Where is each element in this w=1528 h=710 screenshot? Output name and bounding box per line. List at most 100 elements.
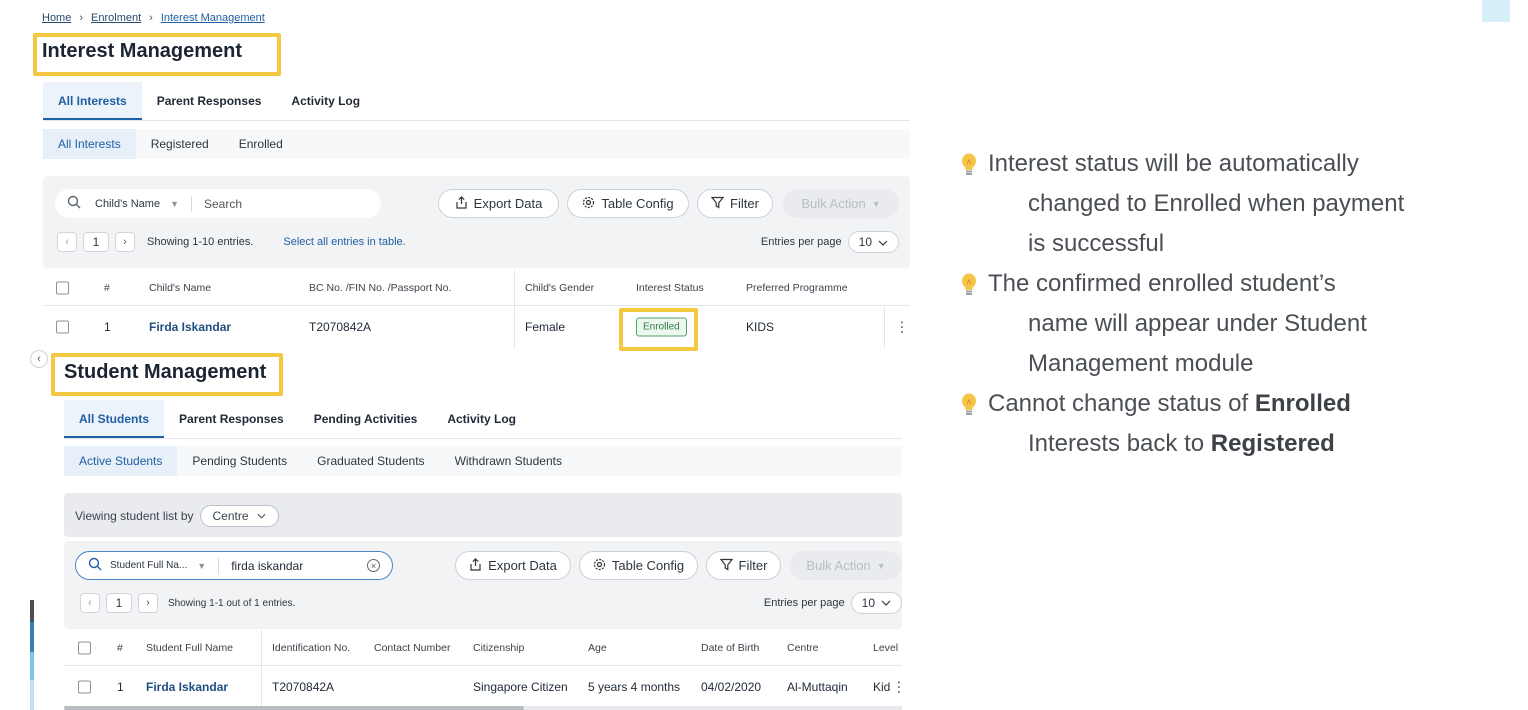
chevron-down-icon: ▼ xyxy=(170,198,179,209)
note-text: name will appear under Student xyxy=(1028,310,1367,337)
id-number: T2070842A xyxy=(309,320,372,334)
column-header: Child's Gender xyxy=(525,281,595,294)
select-all-checkbox[interactable] xyxy=(78,641,91,654)
entries-per-page-select[interactable]: 10 xyxy=(847,231,899,253)
search-input[interactable]: Search xyxy=(204,197,242,211)
tab-all-students[interactable]: All Students xyxy=(64,400,165,438)
page-number[interactable]: 1 xyxy=(106,593,132,613)
table-config-label: Table Config xyxy=(611,558,685,573)
subtab-withdrawn-students[interactable]: Withdrawn Students xyxy=(440,446,577,476)
filter-button[interactable]: Filter xyxy=(697,189,773,218)
note-bold: Enrolled xyxy=(1254,390,1351,417)
entries-per-page-value: 10 xyxy=(861,596,875,610)
page-title: Student Management xyxy=(64,361,267,383)
row-checkbox[interactable] xyxy=(78,680,91,694)
side-strip xyxy=(30,600,34,622)
date-of-birth: 04/02/2020 xyxy=(701,680,762,694)
collapse-toggle-icon[interactable]: ‹ xyxy=(30,350,48,368)
select-all-link[interactable]: Select all entries in table. xyxy=(283,236,405,248)
page-number[interactable]: 1 xyxy=(83,232,109,252)
interest-subtabs: All Interests Registered Enrolled xyxy=(43,129,910,159)
search-field-select[interactable]: Student Full Na... xyxy=(110,560,187,571)
chevron-down-icon xyxy=(878,235,888,249)
column-header: Level xyxy=(873,641,899,654)
tab-parent-responses[interactable]: Parent Responses xyxy=(164,400,299,438)
column-header: Interest Status xyxy=(636,281,704,294)
horizontal-scrollbar[interactable] xyxy=(64,706,902,710)
column-header: Age xyxy=(588,641,607,654)
subtab-enrolled[interactable]: Enrolled xyxy=(224,129,298,159)
subtab-registered[interactable]: Registered xyxy=(136,129,224,159)
tab-pending-activities[interactable]: Pending Activities xyxy=(299,400,433,438)
viewing-by-label: Viewing student list by xyxy=(75,509,194,523)
breadcrumb-current[interactable]: Interest Management xyxy=(161,12,265,24)
prev-page-button[interactable]: ‹ xyxy=(57,232,77,252)
subtab-all-interests[interactable]: All Interests xyxy=(43,129,136,159)
filter-label: Filter xyxy=(730,196,759,211)
bulk-action-button[interactable]: Bulk Action ▼ xyxy=(790,551,902,580)
side-strip xyxy=(30,652,34,680)
note-item: Interest status will be automatically ch… xyxy=(960,144,1520,264)
entries-per-page-value: 10 xyxy=(858,235,872,249)
export-data-button[interactable]: Export Data xyxy=(438,189,559,218)
subtab-active-students[interactable]: Active Students xyxy=(64,446,178,476)
lightbulb-icon xyxy=(962,273,976,295)
export-data-button[interactable]: Export Data xyxy=(455,551,571,580)
interest-table-header: # Child's Name BC No. /FIN No. /Passport… xyxy=(43,270,910,306)
tab-parent-responses[interactable]: Parent Responses xyxy=(142,82,277,120)
tab-all-interests[interactable]: All Interests xyxy=(43,82,142,120)
next-page-button[interactable]: › xyxy=(138,593,158,613)
next-page-button[interactable]: › xyxy=(115,232,135,252)
subtab-graduated-students[interactable]: Graduated Students xyxy=(302,446,439,476)
student-subtabs: Active Students Pending Students Graduat… xyxy=(64,446,902,476)
table-config-button[interactable]: Table Config xyxy=(579,551,698,580)
breadcrumb-enrolment[interactable]: Enrolment xyxy=(91,12,141,24)
bulk-action-button[interactable]: Bulk Action ▼ xyxy=(783,189,899,218)
bulk-action-label: Bulk Action xyxy=(801,196,866,211)
filter-label: Filter xyxy=(738,558,768,573)
interest-pagination: ‹ 1 › Showing 1-10 entries. Select all e… xyxy=(57,232,406,252)
viewing-by-select[interactable]: Centre xyxy=(199,505,279,527)
chevron-right-icon: › xyxy=(79,12,84,24)
table-row[interactable]: 1 Firda Iskandar T2070842A Female Enroll… xyxy=(43,307,910,347)
note-item: Cannot change status of Enrolled Interes… xyxy=(960,384,1520,464)
more-options-icon[interactable]: ⋮ xyxy=(895,319,909,336)
showing-entries: Showing 1-10 entries. xyxy=(147,236,254,248)
search-input[interactable]: firda iskandar xyxy=(231,559,303,573)
search-icon xyxy=(88,557,102,574)
tab-activity-log[interactable]: Activity Log xyxy=(432,400,531,438)
entries-per-page-select[interactable]: 10 xyxy=(850,592,902,614)
scrollbar-thumb[interactable] xyxy=(64,706,524,710)
note-text: changed to Enrolled when payment xyxy=(1028,190,1405,217)
status-badge: Enrolled xyxy=(636,317,687,337)
export-data-label: Export Data xyxy=(473,196,543,211)
prev-page-button[interactable]: ‹ xyxy=(80,593,100,613)
child-name-link[interactable]: Firda Iskandar xyxy=(149,320,231,334)
tab-activity-log[interactable]: Activity Log xyxy=(276,82,375,120)
column-header: Identification No. xyxy=(272,641,351,654)
subtab-pending-students[interactable]: Pending Students xyxy=(177,446,302,476)
search-field-select[interactable]: Child's Name xyxy=(95,198,160,210)
breadcrumb-home[interactable]: Home xyxy=(42,12,71,24)
select-all-checkbox[interactable] xyxy=(56,281,69,294)
note-text: Interests back to Registered xyxy=(988,424,1520,464)
divider xyxy=(218,557,220,574)
lightbulb-icon xyxy=(962,393,976,415)
chevron-down-icon xyxy=(881,600,891,606)
column-header: # xyxy=(117,641,123,654)
gear-icon xyxy=(593,558,606,574)
more-options-icon[interactable]: ⋮ xyxy=(892,679,906,696)
table-config-button[interactable]: Table Config xyxy=(567,189,689,218)
student-name-link[interactable]: Firda Iskandar xyxy=(146,680,228,694)
column-header: Citizenship xyxy=(473,641,525,654)
bulk-action-label: Bulk Action xyxy=(806,558,871,573)
table-row[interactable]: 1 Firda Iskandar T2070842A Singapore Cit… xyxy=(64,667,906,707)
chevron-down-icon: ▼ xyxy=(871,198,881,209)
export-icon xyxy=(469,557,482,574)
row-checkbox[interactable] xyxy=(56,320,69,334)
note-text: Cannot change status of Enrolled xyxy=(988,384,1520,424)
student-tabs: All Students Parent Responses Pending Ac… xyxy=(64,400,902,439)
clear-icon[interactable]: × xyxy=(367,559,380,572)
interest-tabs: All Interests Parent Responses Activity … xyxy=(43,82,910,121)
filter-button[interactable]: Filter xyxy=(706,551,781,580)
